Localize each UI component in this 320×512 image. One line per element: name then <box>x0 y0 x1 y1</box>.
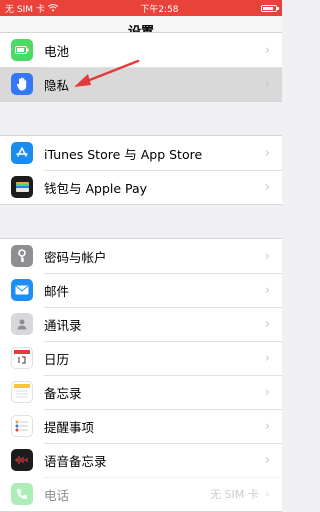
settings-row-phone[interactable]: 电话 无 SIM 卡 › <box>0 477 282 511</box>
settings-row-passwords-accounts[interactable]: 密码与帐户 › <box>0 239 282 273</box>
settings-row-calendar[interactable]: 日历 › <box>0 341 282 375</box>
chevron-right-icon: › <box>264 486 270 502</box>
annotation-arrow-icon <box>74 59 140 87</box>
settings-row-label: 电池 <box>44 43 70 59</box>
settings-row-label: 语音备忘录 <box>44 453 107 469</box>
app-store-icon <box>11 142 33 164</box>
settings-row-label: 备忘录 <box>44 385 82 401</box>
phone-icon <box>11 483 33 505</box>
settings-row-itunes-app-store[interactable]: iTunes Store 与 App Store › <box>0 136 282 170</box>
chevron-right-icon: › <box>264 316 270 332</box>
chevron-right-icon: › <box>264 350 270 366</box>
settings-row-contacts[interactable]: 通讯录 › <box>0 307 282 341</box>
settings-row-label: 邮件 <box>44 283 70 299</box>
chevron-right-icon: › <box>264 145 270 161</box>
settings-row-notes[interactable]: 备忘录 › <box>0 375 282 409</box>
battery-icon <box>11 39 33 61</box>
mail-icon <box>11 279 33 301</box>
chevron-right-icon: › <box>264 248 270 264</box>
settings-row-voice-memos[interactable]: 语音备忘录 › <box>0 443 282 477</box>
calendar-icon <box>11 347 33 369</box>
settings-row-label: 钱包与 Apple Pay <box>44 180 148 196</box>
settings-row-mail[interactable]: 邮件 › <box>0 273 282 307</box>
chevron-right-icon: › <box>264 418 270 434</box>
settings-row-label: 密码与帐户 <box>44 249 107 265</box>
notes-icon <box>11 381 33 403</box>
settings-row-label: 电话 <box>44 487 70 503</box>
wifi-icon <box>47 4 58 12</box>
settings-group-store: iTunes Store 与 App Store › 钱包与 Apple Pay… <box>0 135 282 205</box>
chevron-right-icon: › <box>264 452 270 468</box>
key-icon <box>11 245 33 267</box>
hand-icon <box>11 73 33 95</box>
clock-text: 下午2:58 <box>140 4 179 15</box>
wallet-icon <box>11 176 33 198</box>
chevron-right-icon: › <box>264 384 270 400</box>
reminders-icon <box>11 415 33 437</box>
settings-row-label: 日历 <box>44 351 70 367</box>
settings-row-label: 通讯录 <box>44 317 82 333</box>
settings-group-apps: 密码与帐户 › 邮件 › 通讯录 › 日历 › 备忘录 › 提醒事项 › 语音备… <box>0 238 282 512</box>
carrier-text: 无 SIM 卡 <box>5 4 45 15</box>
voice-memos-icon <box>11 449 33 471</box>
chevron-right-icon: › <box>264 179 270 195</box>
contacts-icon <box>11 313 33 335</box>
settings-row-reminders[interactable]: 提醒事项 › <box>0 409 282 443</box>
settings-list: 电池 › 隐私 › iTunes Store 与 App Store › 钱包与… <box>0 32 282 512</box>
status-bar: 无 SIM 卡 下午2:58 <box>0 0 282 16</box>
chevron-right-icon: › <box>264 42 270 58</box>
settings-row-label: iTunes Store 与 App Store <box>44 146 203 162</box>
chevron-right-icon: › <box>264 282 270 298</box>
chevron-right-icon: › <box>264 76 270 92</box>
settings-row-wallet[interactable]: 钱包与 Apple Pay › <box>0 170 282 204</box>
battery-indicator-icon <box>260 4 279 12</box>
settings-row-label: 提醒事项 <box>44 419 95 435</box>
